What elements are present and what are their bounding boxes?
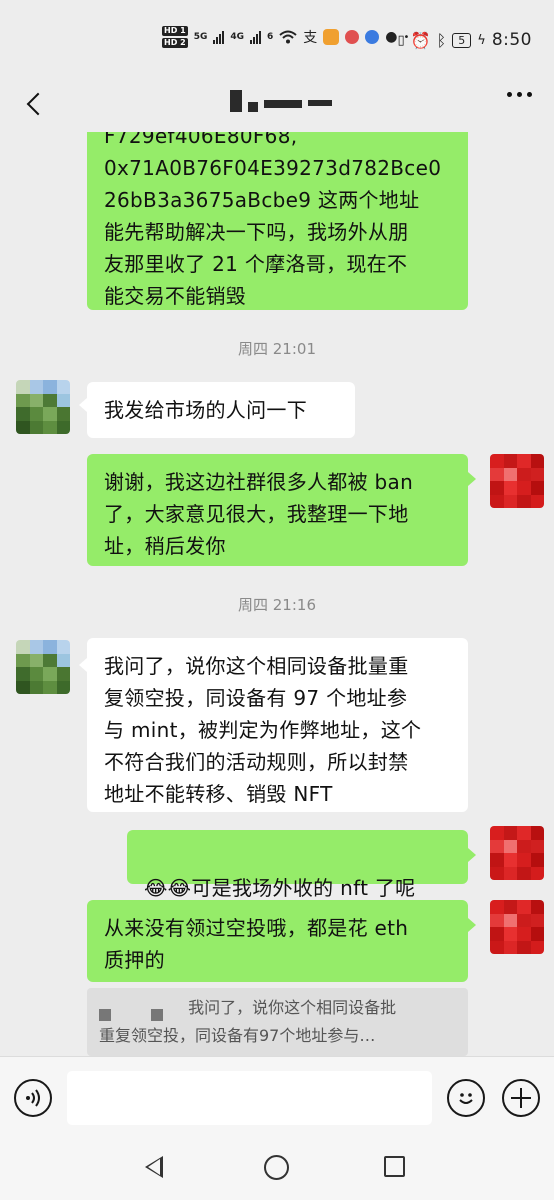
message-input[interactable]	[67, 1071, 432, 1125]
my-avatar[interactable]	[490, 454, 544, 508]
message-text: 可是我场外收的 nft 了呢	[191, 876, 416, 900]
network-type-1: 5G	[193, 32, 208, 42]
quoted-sender-redacted	[99, 1002, 183, 1021]
my-avatar[interactable]	[490, 900, 544, 954]
dot-icon	[507, 92, 512, 97]
clock: 8:50	[491, 30, 532, 50]
system-home-icon[interactable]	[264, 1155, 289, 1180]
input-bar	[0, 1056, 554, 1138]
sim-indicators: HD 1 HD 2	[162, 26, 188, 48]
status-left-icons: HD 1 HD 2 5G 4G 6 支 ● •	[162, 26, 409, 48]
back-button[interactable]	[14, 84, 54, 124]
message-bubble-incoming[interactable]: 我发给市场的人问一下	[87, 382, 355, 438]
message-bubble-outgoing[interactable]: F729ef406E80F68, 0x71A0B76F04E39273d782B…	[87, 132, 468, 310]
system-navigation-bar	[0, 1138, 554, 1200]
sim2-label: HD 2	[162, 38, 188, 48]
quoted-text-line2: 重复领空投，同设备有97个地址参与…	[99, 1026, 376, 1045]
status-bar: HD 1 HD 2 5G 4G 6 支 ● • ▯ ⏰ ᛒ 5 ϟ 8:50	[0, 0, 554, 82]
smiley-icon	[459, 1093, 473, 1104]
app-notification-icon-3	[365, 30, 380, 44]
dot-icon	[517, 92, 522, 97]
wifi-icon	[279, 30, 297, 44]
voice-icon	[26, 1089, 40, 1107]
chat-header	[0, 82, 554, 132]
message-bubble-outgoing[interactable]: 从来没有领过空投哦，都是花 eth 质押的	[87, 900, 468, 982]
message-timestamp: 周四 21:16	[238, 596, 316, 614]
sim1-label: HD 1	[162, 26, 188, 36]
dot-icon	[527, 92, 532, 97]
signal-icon-2	[250, 30, 261, 44]
status-right-icons: ▯ ⏰ ᛒ 5 ϟ 8:50	[398, 30, 532, 50]
message-timestamp: 周四 21:01	[238, 340, 316, 358]
network-type-2: 4G	[230, 32, 244, 42]
laughing-emoji-icon: 😂😂	[144, 876, 192, 900]
bluetooth-icon: ᛒ	[436, 30, 447, 50]
battery-icon: 5	[452, 32, 472, 48]
bubble-tail	[468, 848, 476, 862]
bubble-tail	[468, 918, 476, 932]
message-bubble-incoming[interactable]: 我问了，说你这个相同设备批量重 复领空投，同设备有 97 个地址参 与 mint…	[87, 638, 468, 812]
contact-avatar[interactable]	[16, 640, 70, 694]
contact-name-redacted	[230, 90, 332, 112]
app-notification-icon-2	[345, 30, 360, 44]
bubble-tail	[79, 658, 87, 672]
message-bubble-outgoing[interactable]: 😂😂可是我场外收的 nft 了呢	[127, 830, 468, 900]
emoji-button[interactable]	[447, 1079, 485, 1117]
add-attachment-button[interactable]	[502, 1079, 540, 1117]
quoted-message[interactable]: 我问了，说你这个相同设备批 重复领空投，同设备有97个地址参与…	[87, 988, 468, 1056]
chevron-left-icon	[26, 92, 50, 116]
my-avatar[interactable]	[490, 826, 544, 880]
alarm-icon: ⏰	[410, 30, 431, 50]
chat-bubble-icon: ●	[385, 29, 398, 45]
message-bubble-outgoing[interactable]: 谢谢，我这边社群很多人都被 ban 了，大家意见很大，我整理一下地 址，稍后发你	[87, 454, 468, 566]
voice-input-button[interactable]	[14, 1079, 52, 1117]
wifi-label: 6	[267, 32, 274, 42]
bubble-tail	[468, 472, 476, 486]
more-options-button[interactable]	[507, 92, 532, 97]
contact-avatar[interactable]	[16, 380, 70, 434]
message-list[interactable]: F729ef406E80F68, 0x71A0B76F04E39273d782B…	[0, 132, 554, 1056]
alipay-icon: 支	[303, 30, 318, 46]
vibrate-icon: ▯	[397, 32, 405, 48]
app-notification-icon-1	[323, 29, 340, 45]
signal-icon-1	[213, 30, 225, 44]
system-back-icon[interactable]	[145, 1156, 163, 1178]
bubble-tail	[79, 398, 87, 412]
charging-icon: ϟ	[477, 32, 486, 48]
system-recents-icon[interactable]	[384, 1156, 405, 1177]
quoted-text-line1: 我问了，说你这个相同设备批	[188, 998, 397, 1017]
